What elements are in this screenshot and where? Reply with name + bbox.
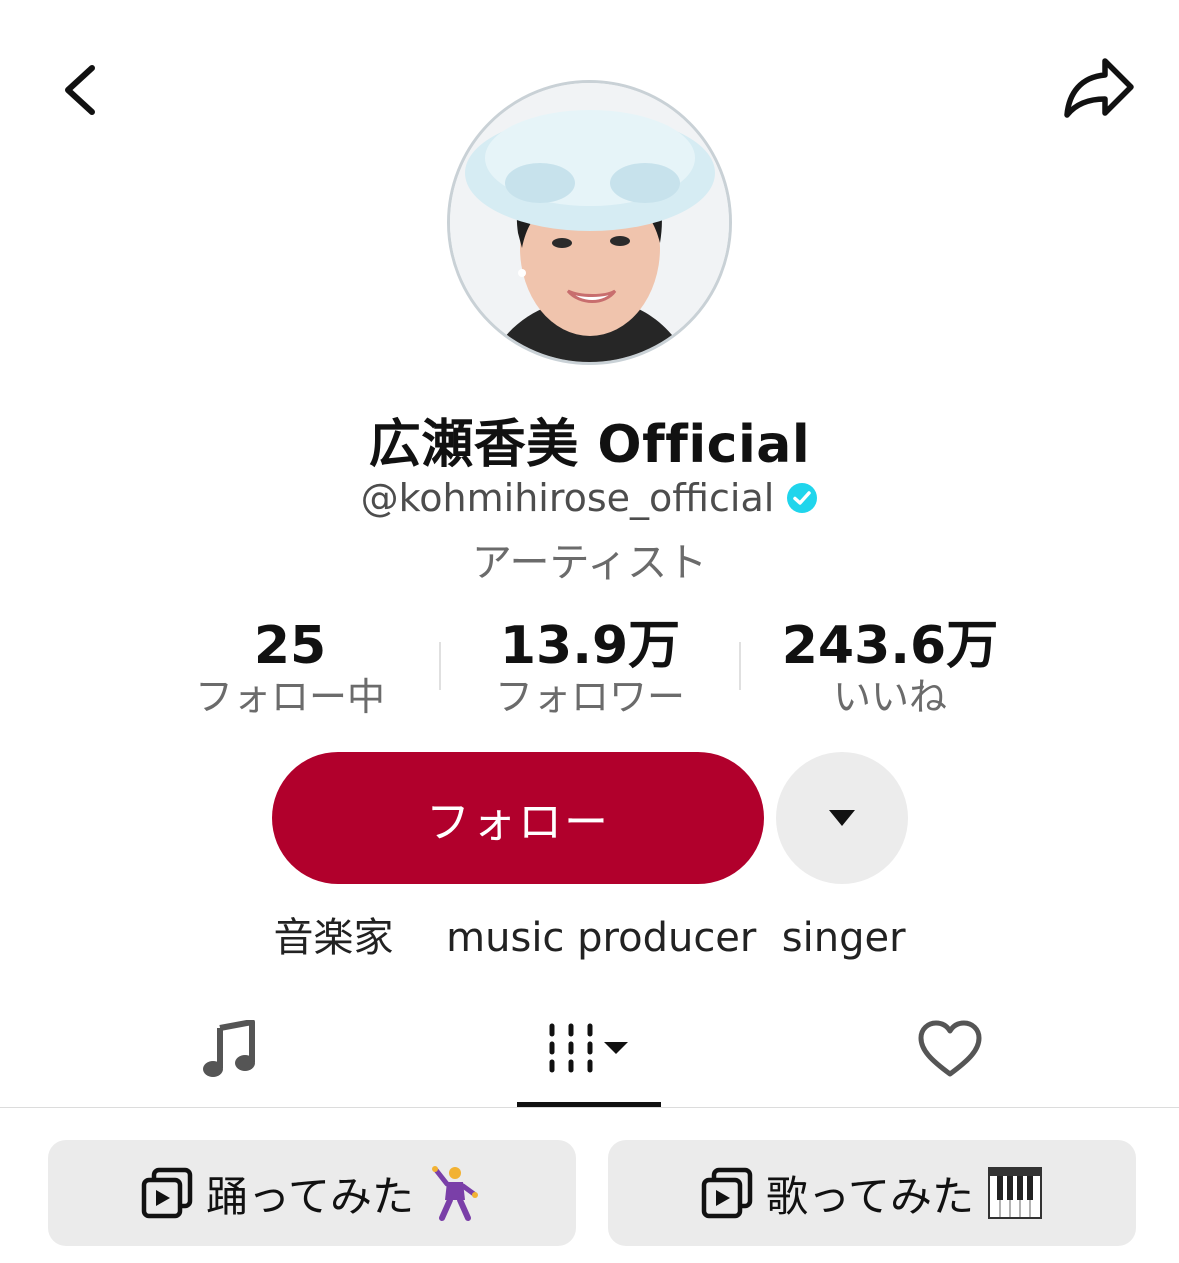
profile-photo: [450, 83, 729, 362]
followers-label: フォロワー: [494, 675, 685, 719]
caret-down-icon: [829, 810, 855, 826]
playlist-dance[interactable]: 踊ってみた: [48, 1140, 576, 1246]
back-button[interactable]: [40, 50, 120, 130]
stat-likes[interactable]: 243.6万 いいね: [765, 618, 1015, 720]
avatar[interactable]: [447, 80, 732, 365]
share-arrow-icon: [1064, 58, 1134, 118]
stat-following[interactable]: 25 フォロー中: [165, 618, 415, 720]
following-label: フォロー中: [194, 675, 385, 719]
suggested-accounts-button[interactable]: [776, 752, 908, 884]
verified-badge-icon: [787, 483, 818, 513]
chevron-left-icon: [65, 65, 95, 115]
account-category: アーティスト: [471, 540, 708, 586]
playlist-label: 歌ってみた: [766, 1171, 974, 1221]
stat-divider: [739, 642, 741, 690]
playlist-sing[interactable]: 歌ってみた: [608, 1140, 1136, 1246]
username-handle: @kohmihirose_official: [360, 476, 775, 520]
handle-row: @kohmihirose_official: [0, 476, 1179, 520]
tab-liked[interactable]: [860, 1000, 1040, 1100]
tab-music[interactable]: [140, 1000, 320, 1100]
share-button[interactable]: [1055, 48, 1145, 128]
grid-icon: [549, 1023, 628, 1073]
display-name: 広瀬香美 Official: [368, 415, 811, 475]
likes-count: 243.6万: [781, 616, 999, 676]
following-count: 25: [253, 616, 327, 676]
dancing-man-emoji: [426, 1163, 484, 1223]
playlist-icon: [141, 1167, 193, 1219]
stat-followers[interactable]: 13.9万 フォロワー: [465, 618, 715, 720]
bio-text: 音楽家 music producer singer: [273, 915, 906, 961]
tabs-divider: [0, 1107, 1179, 1108]
piano-keys-emoji: [986, 1163, 1044, 1223]
follow-button[interactable]: フォロー: [272, 752, 764, 884]
likes-label: いいね: [832, 675, 947, 719]
stat-divider: [439, 642, 441, 690]
heart-icon: [918, 1020, 982, 1077]
music-note-icon: [203, 1020, 255, 1077]
tab-videos[interactable]: [500, 1000, 680, 1100]
playlist-label: 踊ってみた: [206, 1171, 414, 1221]
followers-count: 13.9万: [499, 616, 681, 676]
playlist-icon: [701, 1167, 753, 1219]
